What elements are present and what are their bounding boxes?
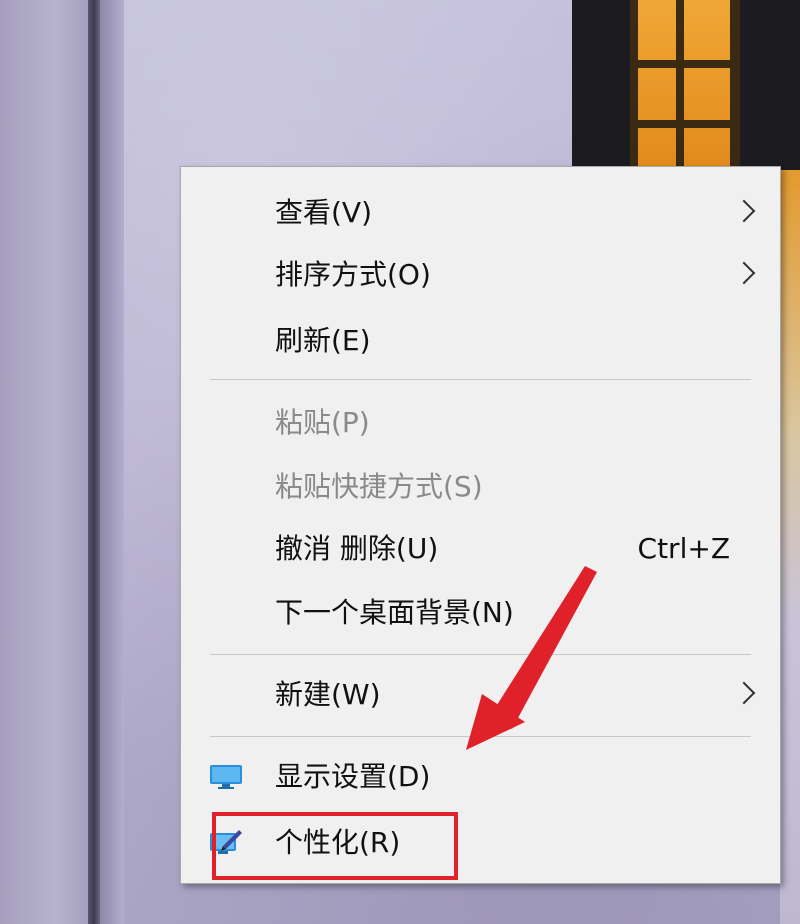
red-arrow-pointer (466, 566, 597, 750)
